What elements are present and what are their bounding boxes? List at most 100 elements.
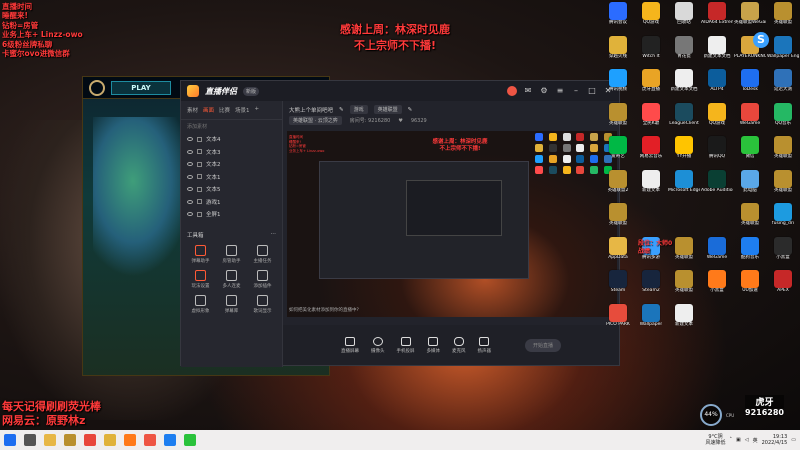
eye-icon[interactable]: [187, 174, 193, 179]
control-media[interactable]: 多媒体: [427, 336, 440, 354]
stream-app-window[interactable]: 直播伴侣 新版 ✉ ⚙ ≡ – □ ✕ 素材 画面 比赛 场景1 + 添加素材 …: [180, 80, 620, 367]
desktop-icon[interactable]: 英雄联盟: [602, 203, 634, 227]
desktop-icon[interactable]: QQ游戏: [635, 2, 667, 26]
tab-scene1[interactable]: 场景1: [235, 106, 250, 114]
maximize-icon[interactable]: □: [587, 86, 597, 96]
control-microphone[interactable]: 麦克风: [452, 336, 466, 354]
room-zone[interactable]: 英雄联盟 · 云顶之弈: [289, 116, 342, 125]
tool-room-admin[interactable]: 房管助手: [216, 244, 247, 264]
desktop-icon[interactable]: 小黑盒: [701, 270, 733, 294]
desktop-icon[interactable]: QQ游戏: [701, 102, 733, 127]
desktop-icon[interactable]: AppData: [602, 236, 634, 261]
desktop-icon[interactable]: 青花瓷: [668, 35, 700, 60]
eye-icon[interactable]: [187, 199, 193, 204]
settings-icon[interactable]: ⚙: [539, 86, 549, 96]
desktop-icon[interactable]: 英雄联盟: [767, 169, 799, 194]
taskbar-app-explorer-icon[interactable]: [44, 434, 56, 446]
stream-preview[interactable]: 直播时间 睡醒来! 钻粉=房管 业务上车+ Linzz-owo 感谢上周：林深时…: [287, 131, 617, 317]
tab-screen[interactable]: 画面: [203, 106, 214, 114]
desktop-icon[interactable]: 新建文本: [635, 169, 667, 194]
mail-icon[interactable]: ✉: [523, 86, 533, 96]
scene-item[interactable]: 全屏1: [181, 208, 282, 221]
taskbar-app-app9-icon[interactable]: [184, 434, 196, 446]
desktop-icon[interactable]: 爱奇艺: [602, 136, 634, 160]
desktop-icon[interactable]: 穿越火线: [602, 35, 634, 60]
lock-icon[interactable]: [197, 136, 202, 142]
eye-icon[interactable]: [187, 212, 193, 217]
desktop-icon[interactable]: PICO PARK: [602, 303, 634, 328]
taskbar-clock[interactable]: 19:13 2022/4/15: [762, 434, 788, 446]
desktop-icon[interactable]: fusing_dri: [767, 203, 799, 227]
scene-item[interactable]: 文本1: [181, 171, 282, 184]
desktop-icon[interactable]: Steam: [602, 270, 634, 294]
desktop-icon[interactable]: 酷狗音乐: [734, 236, 766, 261]
control-camera[interactable]: 摄像头: [371, 336, 385, 354]
desktop-icon[interactable]: 新建文本文档: [701, 35, 733, 60]
tab-match[interactable]: 比赛: [219, 106, 230, 114]
scene-item[interactable]: 文本2: [181, 158, 282, 171]
taskbar-app-app5-icon[interactable]: [104, 434, 116, 446]
lock-icon[interactable]: [197, 149, 202, 155]
chevron-up-icon[interactable]: ˄: [730, 437, 733, 443]
taskbar-app-app6-icon[interactable]: [124, 434, 136, 446]
lock-icon[interactable]: [197, 211, 202, 217]
tool-streamer-task[interactable]: 主播任务: [247, 244, 278, 264]
tool-multi-mic[interactable]: 多人连麦: [216, 269, 247, 289]
tool-danmu-assistant[interactable]: 弹幕助手: [185, 244, 216, 264]
desktop-icon[interactable]: WeGame: [701, 236, 733, 261]
tab-source[interactable]: 素材: [187, 106, 198, 114]
input-language[interactable]: 英: [753, 437, 758, 444]
desktop-icon[interactable]: 全民K歌: [635, 102, 667, 127]
desktop-icon[interactable]: LeagueClient: [668, 102, 700, 127]
desktop-icon[interactable]: 腾讯会议: [602, 2, 634, 26]
edit-icon[interactable]: ✎: [408, 107, 413, 113]
taskbar-app-app7-icon[interactable]: [144, 434, 156, 446]
taskbar-app-lol-icon[interactable]: [64, 434, 76, 446]
taskbar-app-search-icon[interactable]: [24, 434, 36, 446]
desktop-icon[interactable]: 英雄联盟: [602, 102, 634, 127]
desktop-icon[interactable]: 新建文本文档: [668, 69, 700, 93]
desktop-icon[interactable]: QQ音乐: [767, 102, 799, 127]
desktop-icon[interactable]: 延迟大测: [767, 69, 799, 93]
weather-widget[interactable]: 9°C阴 风速降低: [706, 434, 726, 446]
desktop-icon[interactable]: 英雄联盟2: [602, 169, 634, 194]
desktop-icon[interactable]: 此电脑: [734, 169, 766, 194]
desktop-icon[interactable]: UU加速: [734, 270, 766, 294]
control-phone-cast[interactable]: 手机投屏: [397, 336, 415, 354]
desktop-icon[interactable]: 英雄联盟WeGame版: [734, 2, 766, 26]
room-category[interactable]: 英雄联盟: [373, 105, 402, 114]
desktop-icon[interactable]: Witch It: [635, 35, 667, 60]
desktop-icon[interactable]: 微信: [734, 136, 766, 160]
desktop-icon[interactable]: 回收站: [668, 2, 700, 26]
room-tag[interactable]: 游戏: [349, 105, 368, 114]
lock-icon[interactable]: [197, 186, 202, 192]
desktop-icon[interactable]: 网易云音乐: [635, 136, 667, 160]
control-screen-capture[interactable]: 直播屏幕: [341, 336, 359, 354]
desktop-icon[interactable]: AIDA64 Extreme: [701, 2, 733, 26]
sogou-input-icon[interactable]: S: [753, 32, 769, 48]
start-live-button[interactable]: 开始直播: [524, 338, 561, 352]
eye-icon[interactable]: [187, 149, 193, 154]
more-icon[interactable]: ⋯: [271, 231, 277, 239]
desktop-icon[interactable]: APEX: [767, 270, 799, 294]
notification-icon[interactable]: ▭: [791, 437, 796, 443]
desktop-icon[interactable]: Microsoft Edge: [668, 169, 700, 194]
add-source-button[interactable]: 添加素材: [181, 120, 282, 133]
edit-icon[interactable]: ✎: [339, 107, 344, 113]
tool-avatar[interactable]: 虚拟形象: [185, 294, 216, 314]
desktop-icon[interactable]: 小黑盒: [767, 236, 799, 261]
desktop-icon[interactable]: Wallpaper Engine: [767, 35, 799, 60]
stream-app-version-badge[interactable]: 新版: [243, 86, 260, 96]
minimize-icon[interactable]: –: [571, 86, 581, 96]
desktop-icon[interactable]: 英雄联盟: [767, 2, 799, 26]
scene-item[interactable]: 文本3: [181, 146, 282, 159]
desktop-icon[interactable]: ToDesk: [734, 69, 766, 93]
desktop-icon[interactable]: ALTP4: [701, 69, 733, 93]
eye-icon[interactable]: [187, 162, 193, 167]
lock-icon[interactable]: [197, 161, 202, 167]
menu-icon[interactable]: ≡: [555, 86, 565, 96]
scene-item[interactable]: 文本5: [181, 183, 282, 196]
desktop-icon[interactable]: 英雄联盟: [668, 236, 700, 261]
add-scene-icon[interactable]: +: [255, 106, 260, 114]
eye-icon[interactable]: [187, 187, 193, 192]
